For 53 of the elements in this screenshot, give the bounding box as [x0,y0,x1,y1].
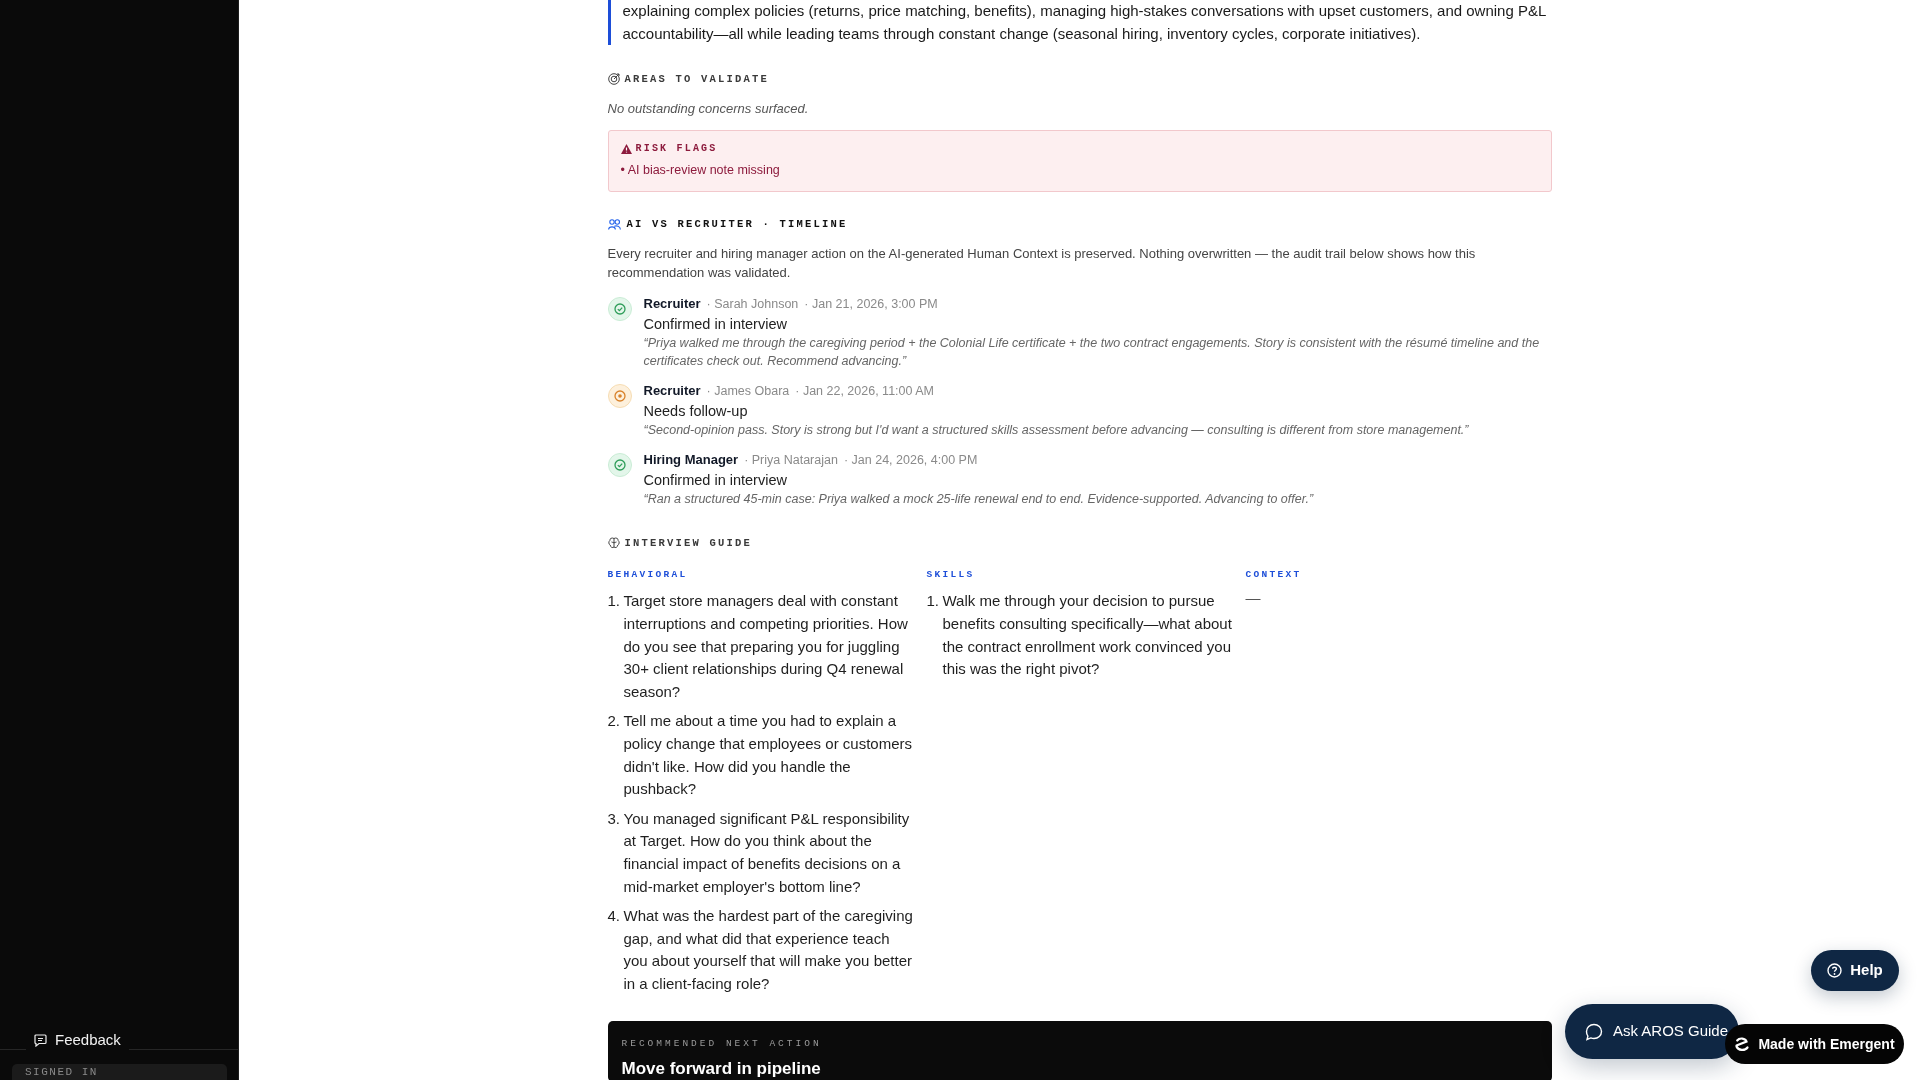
reviewer-name: · James Obara [706,382,790,400]
column-heading: BEHAVIORAL [607,568,688,581]
question-text: Target store managers deal with constant interruptions and competing priorities. How do you see that preparing you for juggling 30+ client relationships during Q4 renewal season? [623,591,909,702]
risk-item: • AI bias-review note missing [620,162,780,179]
reviewer-name: · Sarah Johnson [706,295,799,313]
section-heading: AI VS RECRUITER · TIMELINE [626,217,848,231]
logo-icon [1734,1036,1751,1052]
empty-text: — [1245,587,1261,608]
chat-icon [34,1033,47,1047]
target-icon [607,73,620,85]
quote-text: “Ran a structured 45-min case: Priya walked a mock 25-life renewal end to end. Evidence-supported. Advancing to offer.” [643,490,1315,508]
note-text: No outstanding concerns surfaced. [607,99,809,117]
question-text: Tell me about a time you had to explain a policy change that employees or customers didn't like. How did you handle the pushback? [623,711,913,800]
quote-text: “Priya walked me through the caregiving period + the Colonial Life certificate + the two contract engagements. Story is consistent with the résumé timeline and the certificates check out. Recommend advancing.” [643,334,1541,370]
question-number: 1. [926,591,940,612]
question-number: 4. [607,906,621,926]
column-heading: CONTEXT [1245,568,1302,581]
brain-icon [607,536,620,549]
help-icon [1827,963,1843,978]
check-circle-icon [607,452,632,477]
reviewer-role: Recruiter [643,381,701,400]
description-text: Every recruiter and hiring manager action on the AI-generated Human Context is preserved. Nothing overwritten — the audit trail below shows how this recommendation was validated. [607,244,1477,282]
help-button[interactable]: Help [1811,950,1899,991]
dot-circle-icon [607,383,632,408]
summary-quote: explaining complex policies (returns, price matching, benefits), managing high-stakes conversations with upset customers, and owning P&L accountability—all while leading teams through constant change (seasonal hiring, inventory cycles, corporate initiatives). [607,0,1552,45]
reviewer-role: Recruiter [643,294,701,313]
question-text: You managed significant P&L responsibility at Target. How do you think about the financial impact of benefits decisions on a mid-market employer's bottom line? [623,808,911,897]
chat-bubble-icon [1585,1022,1603,1041]
timestamp: · Jan 21, 2026, 3:00 PM [804,295,938,313]
card-title: Move forward in pipeline [621,1057,821,1080]
timestamp: · Jan 22, 2026, 11:00 AM [795,382,934,400]
check-circle-icon [607,296,632,321]
reviewer-name: · Priya Natarajan [744,451,838,469]
question-text: What was the hardest part of the caregiving gap, and what did that experience teach you about yourself that will make you better in a client-facing role? [623,906,914,995]
status-text: Confirmed in interview [643,470,787,490]
people-icon [607,218,621,230]
panel-label: SIGNED IN [25,1066,98,1078]
question-text: Walk me through your decision to pursue benefits consulting specifically—what about the contract enrollment work convinced you this was the right pivot? [942,591,1233,680]
section-heading: AREAS TO VALIDATE [624,72,770,86]
quote-text: “Second-opinion pass. Story is strong but I'd want a structured skills assessment before advancing — consulting is different from store management.” [643,421,1470,439]
timestamp: · Jan 24, 2026, 4:00 PM [843,451,978,469]
warning-icon [620,143,632,154]
assistant-button[interactable]: Ask AROS Guide [1565,1004,1739,1059]
reviewer-role: Hiring Manager [643,450,739,469]
status-text: Needs follow-up [643,401,748,421]
card-label: RECOMMENDED NEXT ACTION [621,1037,822,1050]
risk-heading: RISK FLAGS [635,142,718,155]
status-text: Confirmed in interview [643,314,787,334]
question-number: 2. [607,711,621,732]
section-heading: INTERVIEW GUIDE [624,535,752,550]
question-number: 3. [607,808,621,829]
question-number: 1. [607,591,621,612]
column-heading: SKILLS [926,568,975,581]
